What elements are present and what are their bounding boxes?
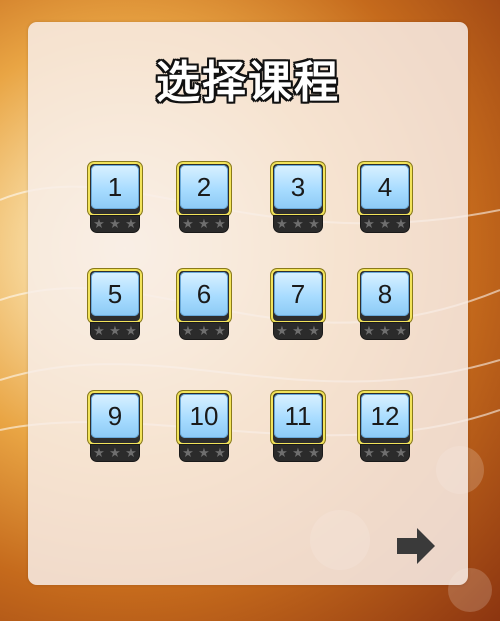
star-icon: ★ <box>292 445 304 461</box>
star-icon: ★ <box>395 445 407 461</box>
star-icon: ★ <box>379 445 391 461</box>
star-icon: ★ <box>198 323 210 339</box>
level-button-12[interactable]: 12 ★ ★ ★ <box>358 391 412 461</box>
star-icon: ★ <box>379 323 391 339</box>
star-icon: ★ <box>109 323 121 339</box>
star-icon: ★ <box>363 445 375 461</box>
star-icon: ★ <box>125 323 137 339</box>
star-icon: ★ <box>308 323 320 339</box>
star-icon: ★ <box>363 216 375 232</box>
level-number: 10 <box>180 394 228 438</box>
star-icon: ★ <box>182 216 194 232</box>
star-icon: ★ <box>214 445 226 461</box>
star-icon: ★ <box>292 323 304 339</box>
right-arrow-icon <box>397 528 435 564</box>
star-icon: ★ <box>214 323 226 339</box>
level-star-rating: ★ ★ ★ <box>91 216 139 232</box>
level-number: 7 <box>274 272 322 316</box>
level-number: 11 <box>274 394 322 438</box>
level-number: 4 <box>361 165 409 209</box>
star-icon: ★ <box>198 445 210 461</box>
level-star-rating: ★ ★ ★ <box>180 323 228 339</box>
star-icon: ★ <box>182 323 194 339</box>
level-star-rating: ★ ★ ★ <box>180 445 228 461</box>
level-button-4[interactable]: 4 ★ ★ ★ <box>358 162 412 232</box>
level-number: 9 <box>91 394 139 438</box>
star-icon: ★ <box>276 323 288 339</box>
star-icon: ★ <box>125 445 137 461</box>
star-icon: ★ <box>198 216 210 232</box>
star-icon: ★ <box>125 216 137 232</box>
level-number: 5 <box>91 272 139 316</box>
level-button-6[interactable]: 6 ★ ★ ★ <box>177 269 231 339</box>
level-number: 8 <box>361 272 409 316</box>
star-icon: ★ <box>395 323 407 339</box>
star-icon: ★ <box>379 216 391 232</box>
level-star-rating: ★ ★ ★ <box>274 216 322 232</box>
level-button-10[interactable]: 10 ★ ★ ★ <box>177 391 231 461</box>
level-star-rating: ★ ★ ★ <box>91 323 139 339</box>
star-icon: ★ <box>93 216 105 232</box>
level-button-5[interactable]: 5 ★ ★ ★ <box>88 269 142 339</box>
level-star-rating: ★ ★ ★ <box>91 445 139 461</box>
star-icon: ★ <box>214 216 226 232</box>
star-icon: ★ <box>308 216 320 232</box>
star-icon: ★ <box>308 445 320 461</box>
level-button-11[interactable]: 11 ★ ★ ★ <box>271 391 325 461</box>
level-button-9[interactable]: 9 ★ ★ ★ <box>88 391 142 461</box>
level-star-rating: ★ ★ ★ <box>361 445 409 461</box>
star-icon: ★ <box>363 323 375 339</box>
level-button-7[interactable]: 7 ★ ★ ★ <box>271 269 325 339</box>
level-number: 3 <box>274 165 322 209</box>
star-icon: ★ <box>276 216 288 232</box>
level-star-rating: ★ ★ ★ <box>361 216 409 232</box>
star-icon: ★ <box>93 445 105 461</box>
star-icon: ★ <box>109 216 121 232</box>
next-page-button[interactable] <box>397 528 437 564</box>
star-icon: ★ <box>93 323 105 339</box>
level-button-3[interactable]: 3 ★ ★ ★ <box>271 162 325 232</box>
level-star-rating: ★ ★ ★ <box>274 445 322 461</box>
level-star-rating: ★ ★ ★ <box>274 323 322 339</box>
level-button-2[interactable]: 2 ★ ★ ★ <box>177 162 231 232</box>
star-icon: ★ <box>276 445 288 461</box>
star-icon: ★ <box>292 216 304 232</box>
star-icon: ★ <box>109 445 121 461</box>
level-star-rating: ★ ★ ★ <box>361 323 409 339</box>
level-button-8[interactable]: 8 ★ ★ ★ <box>358 269 412 339</box>
level-number: 2 <box>180 165 228 209</box>
page-title: 选择课程 <box>156 57 340 108</box>
level-number: 12 <box>361 394 409 438</box>
star-icon: ★ <box>395 216 407 232</box>
level-number: 1 <box>91 165 139 209</box>
star-icon: ★ <box>182 445 194 461</box>
level-star-rating: ★ ★ ★ <box>180 216 228 232</box>
level-button-1[interactable]: 1 ★ ★ ★ <box>88 162 142 232</box>
level-number: 6 <box>180 272 228 316</box>
